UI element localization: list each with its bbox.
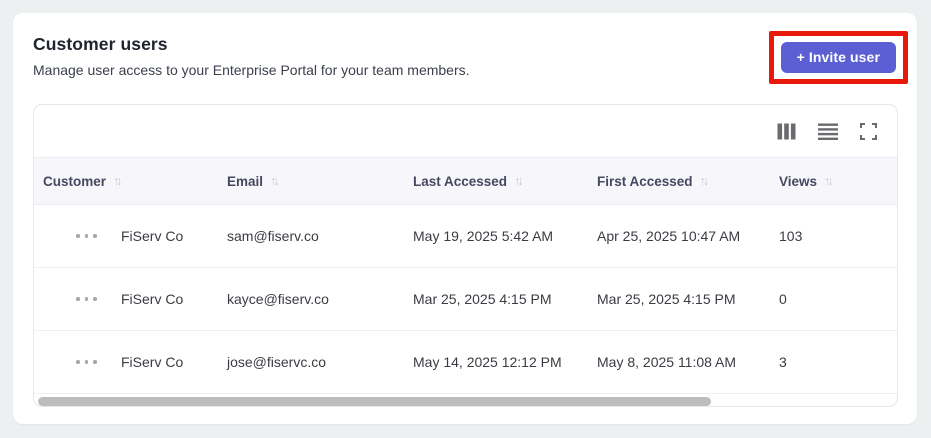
cell-last-accessed: May 19, 2025 5:42 AM [413,228,554,244]
table-panel: Customer ↑↓ Email ↑↓ Last Accessed ↑↓ Fi… [33,104,898,407]
column-header-email[interactable]: Email ↑↓ [219,174,405,189]
row-actions-menu-icon[interactable] [76,230,111,242]
table-row: FiServ Co kayce@fiserv.co Mar 25, 2025 4… [34,268,897,331]
cell-customer: FiServ Co [121,228,184,244]
columns-icon-glyph [777,123,796,139]
sort-icon[interactable]: ↑↓ [700,174,710,188]
cell-customer: FiServ Co [121,354,184,370]
sort-icon[interactable]: ↑↓ [824,174,834,188]
row-actions-menu-icon[interactable] [76,356,111,368]
rows-icon[interactable] [818,123,838,140]
cell-first-accessed: Apr 25, 2025 10:47 AM [597,228,741,244]
scrollbar-thumb[interactable] [38,397,711,406]
column-label: Customer [43,173,107,189]
cell-views: 0 [779,291,787,307]
columns-icon[interactable] [777,123,796,140]
column-label: First Accessed [597,173,693,189]
cell-last-accessed: May 14, 2025 12:12 PM [413,354,562,370]
cell-email: kayce@fiserv.co [227,291,329,307]
invite-user-button[interactable]: + Invite user [780,42,896,73]
card-header-text: Customer users Manage user access to you… [33,34,470,78]
card-header: Customer users Manage user access to you… [13,13,917,84]
cell-views: 3 [779,354,787,370]
cell-first-accessed: May 8, 2025 11:08 AM [597,354,737,370]
customer-users-card: Customer users Manage user access to you… [13,13,917,424]
cell-customer: FiServ Co [121,291,184,307]
cell-views: 103 [779,228,803,244]
column-header-customer[interactable]: Customer ↑↓ [34,174,219,189]
page-background: { "card": { "title": "Customer users", "… [0,0,931,438]
column-header-views[interactable]: Views ↑↓ [771,174,897,189]
fullscreen-icon[interactable] [860,122,877,140]
cell-email: sam@fiserv.co [227,228,319,244]
sort-icon[interactable]: ↑↓ [113,174,123,188]
table-row: FiServ Co jose@fiservc.co May 14, 2025 1… [34,331,897,394]
page-subtitle: Manage user access to your Enterprise Po… [33,62,470,78]
column-label: Last Accessed [413,173,508,189]
column-label: Email [227,173,264,189]
rows-icon-glyph [818,123,838,140]
column-header-first-accessed[interactable]: First Accessed ↑↓ [589,174,771,189]
column-header-last-accessed[interactable]: Last Accessed ↑↓ [405,174,589,189]
table-row: FiServ Co sam@fiserv.co May 19, 2025 5:4… [34,205,897,268]
sort-icon[interactable]: ↑↓ [514,174,524,188]
table-toolbar [34,105,897,157]
cell-first-accessed: Mar 25, 2025 4:15 PM [597,291,736,307]
red-annotation-box: + Invite user [768,31,908,84]
cell-last-accessed: Mar 25, 2025 4:15 PM [413,291,552,307]
sort-icon[interactable]: ↑↓ [270,174,280,188]
fullscreen-icon-glyph [860,122,877,140]
table-header-row: Customer ↑↓ Email ↑↓ Last Accessed ↑↓ Fi… [34,157,897,205]
cell-email: jose@fiservc.co [227,354,327,370]
horizontal-scrollbar[interactable] [34,394,897,406]
page-title: Customer users [33,34,168,54]
column-label: Views [779,173,818,189]
row-actions-menu-icon[interactable] [76,293,111,305]
